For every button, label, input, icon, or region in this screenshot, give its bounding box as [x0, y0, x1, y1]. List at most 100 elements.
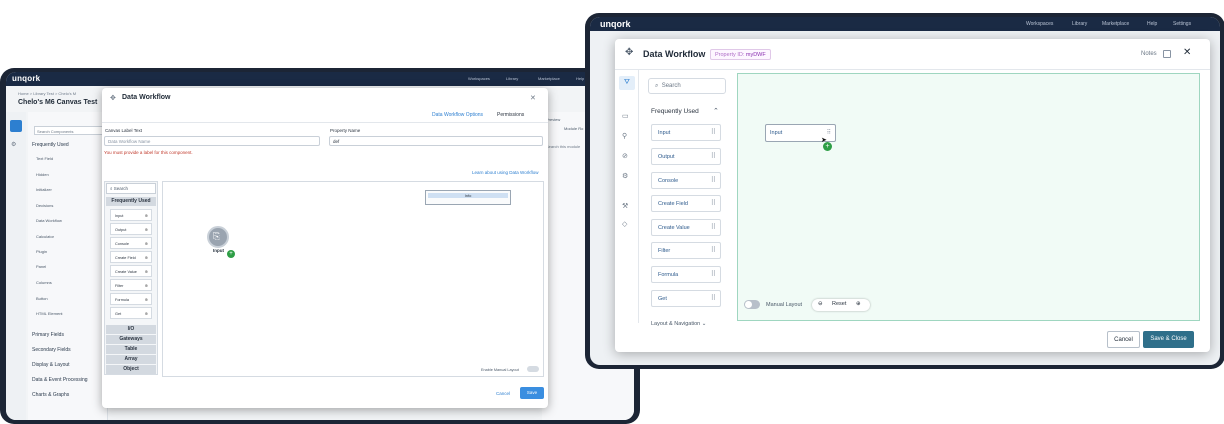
workflow-canvas[interactable]: Info ⎘ Input + Enable Manual Layout	[162, 181, 544, 377]
check-circle-icon[interactable]: ⊘	[622, 152, 628, 160]
operator-search-input[interactable]: ⌕ Search	[648, 78, 726, 94]
panel-item-decisions[interactable]: Decisions	[36, 203, 53, 208]
drag-handle-icon[interactable]: ⠿	[827, 125, 831, 142]
module-search-input[interactable]: Search this module	[546, 144, 580, 149]
operator-create-field[interactable]: Create Field ⊕	[110, 251, 152, 263]
preview-button[interactable]: Preview	[546, 117, 560, 122]
nav-workspaces[interactable]: Workspaces	[468, 76, 490, 81]
components-rail-icon[interactable]	[10, 120, 22, 132]
section-display-layout[interactable]: Display & Layout	[32, 362, 70, 368]
monitor-icon[interactable]: ▭	[622, 112, 629, 120]
input-node[interactable]: ⎘	[207, 226, 229, 248]
operator-formula[interactable]: Formula ⠿	[651, 266, 721, 283]
category-array[interactable]: Array	[106, 355, 156, 364]
nav-settings[interactable]: Settings	[1173, 21, 1191, 27]
operator-input[interactable]: Input ⠿	[651, 124, 721, 141]
nav-help[interactable]: Help	[576, 76, 584, 81]
category-io[interactable]: I/O	[106, 325, 156, 334]
reset-zoom-button[interactable]: Reset	[832, 301, 846, 307]
nav-workspaces[interactable]: Workspaces	[1026, 21, 1053, 27]
breadcrumb[interactable]: Home > Library Test > Chelo's M	[18, 91, 76, 96]
panel-item-calculator[interactable]: Calculator	[36, 234, 54, 239]
operator-output[interactable]: Output ⠿	[651, 148, 721, 165]
add-node-plus-icon[interactable]: +	[227, 250, 235, 258]
panel-item-columns[interactable]: Columns	[36, 280, 52, 285]
category-table[interactable]: Table	[106, 345, 156, 354]
save-button[interactable]: Save	[520, 387, 544, 399]
operator-input[interactable]: Input ⊕	[110, 209, 152, 221]
panel-item-data-workflow[interactable]: Data Workflow	[36, 218, 62, 223]
frequently-used-heading[interactable]: Frequently Used	[32, 142, 69, 148]
section-charts-graphs[interactable]: Charts & Graphs	[32, 392, 69, 398]
operator-console[interactable]: Console ⊕	[110, 237, 152, 249]
zoom-out-icon[interactable]: ⊖	[818, 301, 823, 307]
notes-checkbox[interactable]	[1163, 50, 1171, 58]
move-icon[interactable]: ✥	[110, 94, 116, 102]
nav-marketplace[interactable]: Marketplace	[538, 76, 560, 81]
panel-item-html-element[interactable]: HTML Element	[36, 311, 63, 316]
section-secondary-fields[interactable]: Secondary Fields	[32, 347, 71, 353]
section-primary-fields[interactable]: Primary Fields	[32, 332, 64, 338]
cancel-button[interactable]: Cancel	[496, 391, 510, 396]
nav-library[interactable]: Library	[1072, 21, 1087, 27]
workflow-canvas[interactable]: Input ⠿ ➤ + Manual Layout ⊖ Reset ⊕	[737, 73, 1200, 321]
settings-rail-icon[interactable]: ⚙	[11, 142, 16, 148]
panel-item-hidden[interactable]: Hidden	[36, 172, 49, 177]
property-name-input[interactable]: def	[329, 136, 543, 146]
category-frequently-used[interactable]: Frequently Used	[106, 197, 156, 206]
operator-filter[interactable]: Filter ⊕	[110, 279, 152, 291]
workflow-tool-icon[interactable]: ⛛	[619, 76, 635, 90]
drag-handle-icon[interactable]: ⠿	[711, 196, 716, 212]
modal-title: Data Workflow	[643, 49, 706, 59]
panel-item-text-field[interactable]: Text Field	[36, 156, 53, 161]
drag-handle-icon[interactable]: ⠿	[711, 267, 716, 283]
nav-library[interactable]: Library	[506, 76, 518, 81]
component-search-input[interactable]: Search Components	[34, 126, 104, 135]
operator-get[interactable]: Get ⠿	[651, 290, 721, 307]
nav-help[interactable]: Help	[1147, 21, 1157, 27]
drag-handle-icon[interactable]: ⠿	[711, 220, 716, 236]
operator-create-field[interactable]: Create Field ⠿	[651, 195, 721, 212]
drag-handle-icon[interactable]: ⠿	[711, 125, 716, 141]
category-object[interactable]: Object	[106, 365, 156, 374]
close-icon[interactable]: ✕	[1183, 47, 1191, 58]
move-icon[interactable]: ✥	[625, 47, 633, 58]
frequently-used-heading[interactable]: Frequently Used	[651, 108, 699, 115]
manual-layout-toggle[interactable]	[744, 300, 760, 309]
operator-console[interactable]: Console ⠿	[651, 172, 721, 189]
gear-icon[interactable]: ⚙	[622, 172, 628, 180]
save-close-button[interactable]: Save & Close	[1143, 331, 1194, 348]
panel-item-plugin[interactable]: Plugin	[36, 249, 47, 254]
chevron-up-icon[interactable]: ⌃	[713, 107, 719, 115]
learn-data-workflow-link[interactable]: Learn about using Data Workflow	[472, 170, 538, 175]
category-gateways[interactable]: Gateways	[106, 335, 156, 344]
zoom-in-icon[interactable]: ⊕	[856, 301, 861, 307]
drag-handle-icon[interactable]: ⠿	[711, 243, 716, 259]
operator-search-input[interactable]: ⌕ Search	[106, 183, 156, 194]
nav-marketplace[interactable]: Marketplace	[1102, 21, 1129, 27]
operator-output[interactable]: Output ⊕	[110, 223, 152, 235]
close-icon[interactable]: ✕	[530, 94, 536, 102]
operator-create-value[interactable]: Create Value ⠿	[651, 219, 721, 236]
location-pin-icon[interactable]: ⚲	[622, 132, 627, 140]
section-data-event-processing[interactable]: Data & Event Processing	[32, 377, 88, 383]
operator-create-value[interactable]: Create Value ⊕	[110, 265, 152, 277]
layout-navigation-heading[interactable]: Layout & Navigation ⌄	[651, 321, 706, 327]
canvas-label-input[interactable]: Data Workflow Name	[104, 136, 320, 146]
tab-permissions[interactable]: Permissions	[497, 112, 524, 118]
drag-handle-icon[interactable]: ⠿	[711, 149, 716, 165]
manual-layout-toggle[interactable]	[527, 366, 539, 372]
add-node-plus-icon[interactable]: +	[823, 142, 832, 151]
wrench-icon[interactable]: ⚒	[622, 202, 628, 210]
drag-handle-icon[interactable]: ⠿	[711, 291, 716, 307]
panel-item-button[interactable]: Button	[36, 296, 48, 301]
tag-icon[interactable]: ◇	[622, 220, 627, 228]
operator-filter[interactable]: Filter ⠿	[651, 242, 721, 259]
operator-get[interactable]: Get ⊕	[110, 307, 152, 319]
panel-item-panel[interactable]: Panel	[36, 264, 46, 269]
cancel-button[interactable]: Cancel	[1107, 331, 1140, 348]
operator-formula[interactable]: Formula ⊕	[110, 293, 152, 305]
panel-item-initializer[interactable]: Initializer	[36, 187, 52, 192]
info-minimap[interactable]: Info	[425, 190, 511, 205]
drag-handle-icon[interactable]: ⠿	[711, 173, 716, 189]
